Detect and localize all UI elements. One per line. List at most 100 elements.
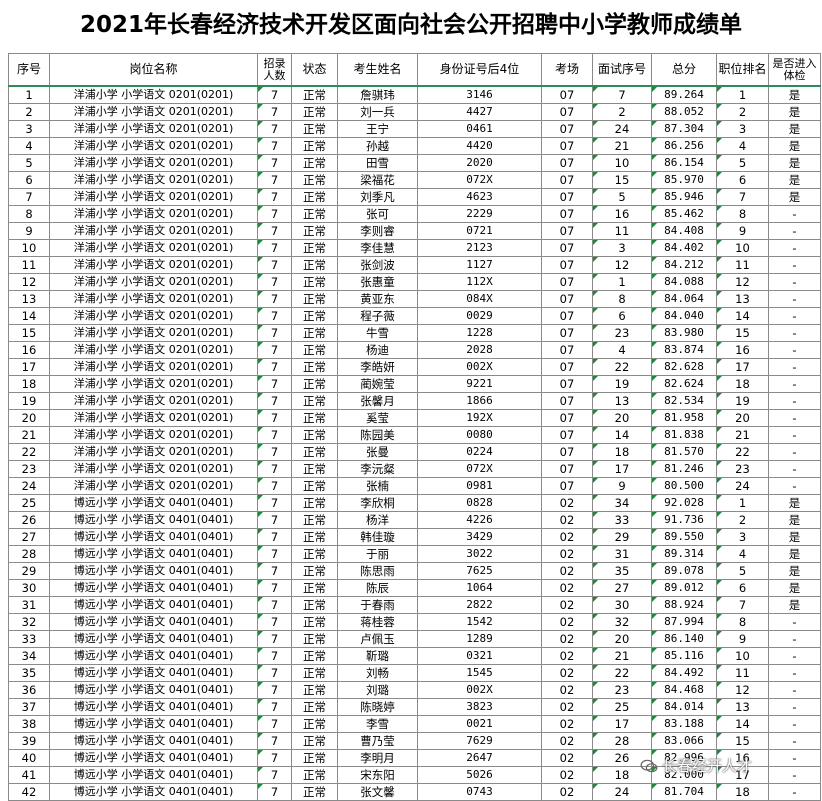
cell-index[interactable]: 9 (8, 222, 50, 240)
cell-quota[interactable]: 7 (257, 137, 292, 155)
cell-rank[interactable]: 1 (716, 85, 769, 104)
cell-interview-no[interactable]: 22 (592, 664, 652, 682)
cell-index[interactable]: 41 (8, 766, 50, 784)
cell-name[interactable]: 陈晓婷 (337, 698, 418, 716)
cell-index[interactable]: 19 (8, 392, 50, 410)
cell-physical-exam[interactable]: - (768, 783, 821, 801)
cell-physical-exam[interactable]: - (768, 732, 821, 750)
cell-total-score[interactable]: 86.140 (651, 630, 717, 648)
cell-exam-room[interactable]: 07 (541, 324, 593, 342)
table-row[interactable]: 38 博远小学 小学语文 0401(0401) 7 正常 李雪 0021 02 17 83.18… (8, 715, 821, 733)
cell-status[interactable]: 正常 (291, 528, 338, 546)
cell-id-last4[interactable]: 7625 (417, 562, 542, 580)
cell-id-last4[interactable]: 3429 (417, 528, 542, 546)
cell-physical-exam[interactable]: - (768, 698, 821, 716)
cell-physical-exam[interactable]: - (768, 443, 821, 461)
cell-index[interactable]: 7 (8, 188, 50, 206)
cell-quota[interactable]: 7 (257, 103, 292, 121)
cell-rank[interactable]: 9 (716, 222, 769, 240)
cell-index[interactable]: 12 (8, 273, 50, 291)
cell-exam-room[interactable]: 02 (541, 664, 593, 682)
cell-name[interactable]: 靳璐 (337, 647, 418, 665)
cell-position[interactable]: 洋浦小学 小学语文 0201(0201) (49, 205, 258, 223)
cell-physical-exam[interactable]: - (768, 681, 821, 699)
cell-exam-room[interactable]: 02 (541, 647, 593, 665)
table-row[interactable]: 19 洋浦小学 小学语文 0201(0201) 7 正常 张馨月 1866 07 13 82.5… (8, 392, 821, 410)
cell-interview-no[interactable]: 33 (592, 511, 652, 529)
cell-quota[interactable]: 7 (257, 766, 292, 784)
cell-exam-room[interactable]: 02 (541, 732, 593, 750)
cell-physical-exam[interactable]: - (768, 256, 821, 274)
cell-quota[interactable]: 7 (257, 290, 292, 308)
cell-rank[interactable]: 14 (716, 307, 769, 325)
table-row[interactable]: 27 博远小学 小学语文 0401(0401) 7 正常 韩佳璇 3429 02 29 89.5… (8, 528, 821, 546)
table-row[interactable]: 10 洋浦小学 小学语文 0201(0201) 7 正常 李佳慧 2123 07 3 84.40… (8, 239, 821, 257)
table-row[interactable]: 29 博远小学 小学语文 0401(0401) 7 正常 陈思雨 7625 02 35 89.0… (8, 562, 821, 580)
cell-index[interactable]: 30 (8, 579, 50, 597)
cell-total-score[interactable]: 84.014 (651, 698, 717, 716)
cell-physical-exam[interactable]: 是 (768, 137, 821, 155)
cell-index[interactable]: 6 (8, 171, 50, 189)
cell-position[interactable]: 洋浦小学 小学语文 0201(0201) (49, 137, 258, 155)
cell-quota[interactable]: 7 (257, 528, 292, 546)
cell-rank[interactable]: 7 (716, 596, 769, 614)
cell-position[interactable]: 洋浦小学 小学语文 0201(0201) (49, 409, 258, 427)
cell-exam-room[interactable]: 07 (541, 307, 593, 325)
cell-position[interactable]: 洋浦小学 小学语文 0201(0201) (49, 154, 258, 172)
table-row[interactable]: 8 洋浦小学 小学语文 0201(0201) 7 正常 张可 2229 07 16 85.462… (8, 205, 821, 223)
cell-total-score[interactable]: 86.256 (651, 137, 717, 155)
cell-rank[interactable]: 10 (716, 239, 769, 257)
cell-exam-room[interactable]: 07 (541, 188, 593, 206)
cell-name[interactable]: 李佳慧 (337, 239, 418, 257)
cell-exam-room[interactable]: 07 (541, 290, 593, 308)
cell-interview-no[interactable]: 17 (592, 460, 652, 478)
cell-exam-room[interactable]: 02 (541, 715, 593, 733)
cell-status[interactable]: 正常 (291, 85, 338, 104)
cell-quota[interactable]: 7 (257, 392, 292, 410)
cell-position[interactable]: 洋浦小学 小学语文 0201(0201) (49, 358, 258, 376)
table-row[interactable]: 28 博远小学 小学语文 0401(0401) 7 正常 于丽 3022 02 31 89.31… (8, 545, 821, 563)
cell-quota[interactable]: 7 (257, 783, 292, 801)
cell-rank[interactable]: 15 (716, 324, 769, 342)
cell-id-last4[interactable]: 0224 (417, 443, 542, 461)
cell-total-score[interactable]: 81.704 (651, 783, 717, 801)
cell-name[interactable]: 田雪 (337, 154, 418, 172)
cell-physical-exam[interactable]: 是 (768, 562, 821, 580)
cell-exam-room[interactable]: 07 (541, 137, 593, 155)
cell-position[interactable]: 博远小学 小学语文 0401(0401) (49, 766, 258, 784)
cell-id-last4[interactable]: 002X (417, 681, 542, 699)
cell-position[interactable]: 洋浦小学 小学语文 0201(0201) (49, 460, 258, 478)
cell-rank[interactable]: 2 (716, 511, 769, 529)
col-header-physical-exam[interactable]: 是否进入体检 (768, 53, 821, 87)
table-row[interactable]: 22 洋浦小学 小学语文 0201(0201) 7 正常 张曼 0224 07 18 81.57… (8, 443, 821, 461)
cell-status[interactable]: 正常 (291, 137, 338, 155)
cell-physical-exam[interactable]: 是 (768, 494, 821, 512)
cell-rank[interactable]: 4 (716, 137, 769, 155)
cell-interview-no[interactable]: 4 (592, 341, 652, 359)
cell-name[interactable]: 张可 (337, 205, 418, 223)
table-row[interactable]: 4 洋浦小学 小学语文 0201(0201) 7 正常 孙越 4420 07 21 86.256… (8, 137, 821, 155)
cell-status[interactable]: 正常 (291, 358, 338, 376)
cell-status[interactable]: 正常 (291, 766, 338, 784)
cell-physical-exam[interactable]: 是 (768, 596, 821, 614)
cell-rank[interactable]: 18 (716, 783, 769, 801)
cell-exam-room[interactable]: 07 (541, 358, 593, 376)
cell-interview-no[interactable]: 35 (592, 562, 652, 580)
cell-id-last4[interactable]: 4623 (417, 188, 542, 206)
cell-position[interactable]: 博远小学 小学语文 0401(0401) (49, 579, 258, 597)
cell-interview-no[interactable]: 21 (592, 647, 652, 665)
cell-quota[interactable]: 7 (257, 358, 292, 376)
cell-rank[interactable]: 13 (716, 290, 769, 308)
cell-total-score[interactable]: 84.408 (651, 222, 717, 240)
cell-id-last4[interactable]: 9221 (417, 375, 542, 393)
cell-id-last4[interactable]: 0021 (417, 715, 542, 733)
cell-id-last4[interactable]: 4427 (417, 103, 542, 121)
cell-interview-no[interactable]: 30 (592, 596, 652, 614)
cell-position[interactable]: 洋浦小学 小学语文 0201(0201) (49, 307, 258, 325)
col-header-position[interactable]: 岗位名称 (49, 53, 258, 87)
cell-total-score[interactable]: 88.052 (651, 103, 717, 121)
cell-interview-no[interactable]: 32 (592, 613, 652, 631)
cell-position[interactable]: 洋浦小学 小学语文 0201(0201) (49, 273, 258, 291)
cell-index[interactable]: 25 (8, 494, 50, 512)
cell-interview-no[interactable]: 15 (592, 171, 652, 189)
